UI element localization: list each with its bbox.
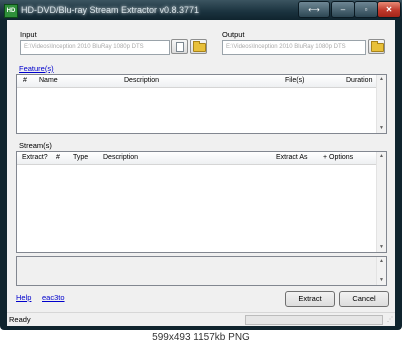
features-col-files[interactable]: File(s) (285, 77, 304, 84)
scroll-up-icon[interactable]: ▲ (377, 75, 386, 84)
scroll-up-icon[interactable]: ▲ (377, 152, 386, 161)
output-label: Output (222, 30, 245, 39)
window-title: HD-DVD/Blu-ray Stream Extractor v0.8.377… (21, 5, 200, 15)
eac3to-link[interactable]: eac3to (42, 293, 65, 302)
title-bar[interactable]: HD HD-DVD/Blu-ray Stream Extractor v0.8.… (0, 0, 402, 20)
resize-grip-icon[interactable]: ⋰ (387, 316, 393, 323)
streams-col-number[interactable]: # (56, 154, 60, 161)
input-browse-file-button[interactable] (171, 39, 188, 54)
folder-icon (193, 41, 206, 52)
features-col-name[interactable]: Name (39, 77, 58, 84)
features-col-description[interactable]: Description (124, 77, 159, 84)
log-scrollbar[interactable]: ▲ ▼ (376, 257, 386, 285)
streams-list[interactable]: Extract? # Type Description Extract As +… (16, 151, 387, 253)
main-panel: Input E:\Videos\Inception 2010 BluRay 10… (7, 20, 395, 312)
streams-header: Extract? # Type Description Extract As +… (17, 152, 377, 165)
maximize-button[interactable]: ▫ (354, 1, 378, 18)
output-path-field[interactable]: E:\Videos\Inception 2010 BluRay 1080p DT… (222, 40, 366, 55)
features-label[interactable]: Feature(s) (19, 64, 54, 73)
log-area[interactable]: ▲ ▼ (16, 256, 387, 286)
minimize-button[interactable]: ‒ (331, 1, 355, 18)
features-scrollbar[interactable]: ▲ ▼ (376, 75, 386, 133)
progress-bar (245, 315, 383, 325)
status-bar: Ready ⋰ (7, 312, 395, 326)
folder-icon (371, 41, 384, 52)
features-col-duration[interactable]: Duration (346, 77, 372, 84)
input-path-field[interactable]: E:\Videos\Inception 2010 BluRay 1080p DT… (20, 40, 170, 55)
streams-col-type[interactable]: Type (73, 154, 88, 161)
features-header: # Name Description File(s) Duration (17, 75, 377, 88)
scroll-down-icon[interactable]: ▼ (377, 124, 386, 133)
scroll-up-icon[interactable]: ▲ (377, 257, 386, 266)
app-window: HD HD-DVD/Blu-ray Stream Extractor v0.8.… (0, 0, 402, 330)
help-link[interactable]: Help (16, 293, 31, 302)
cancel-button[interactable]: Cancel (339, 291, 389, 307)
scroll-down-icon[interactable]: ▼ (377, 276, 386, 285)
scroll-down-icon[interactable]: ▼ (377, 243, 386, 252)
streams-col-options[interactable]: + Options (323, 154, 353, 161)
app-icon: HD (4, 4, 18, 18)
streams-scrollbar[interactable]: ▲ ▼ (376, 152, 386, 252)
streams-col-extract-as[interactable]: Extract As (276, 154, 308, 161)
extract-button[interactable]: Extract (285, 291, 335, 307)
streams-label: Stream(s) (19, 141, 52, 150)
status-text: Ready (9, 315, 31, 324)
document-icon (176, 42, 184, 52)
features-list[interactable]: # Name Description File(s) Duration ▲ ▼ (16, 74, 387, 134)
close-button[interactable]: ✕ (377, 1, 401, 18)
features-col-number[interactable]: # (23, 77, 27, 84)
streams-col-description[interactable]: Description (103, 154, 138, 161)
resize-button[interactable]: ⟷ (298, 1, 330, 18)
streams-col-extract[interactable]: Extract? (22, 154, 48, 161)
image-caption: 599x493 1157kb PNG (0, 330, 402, 346)
output-browse-folder-button[interactable] (368, 39, 385, 54)
input-label: Input (20, 30, 37, 39)
input-browse-folder-button[interactable] (190, 39, 207, 54)
